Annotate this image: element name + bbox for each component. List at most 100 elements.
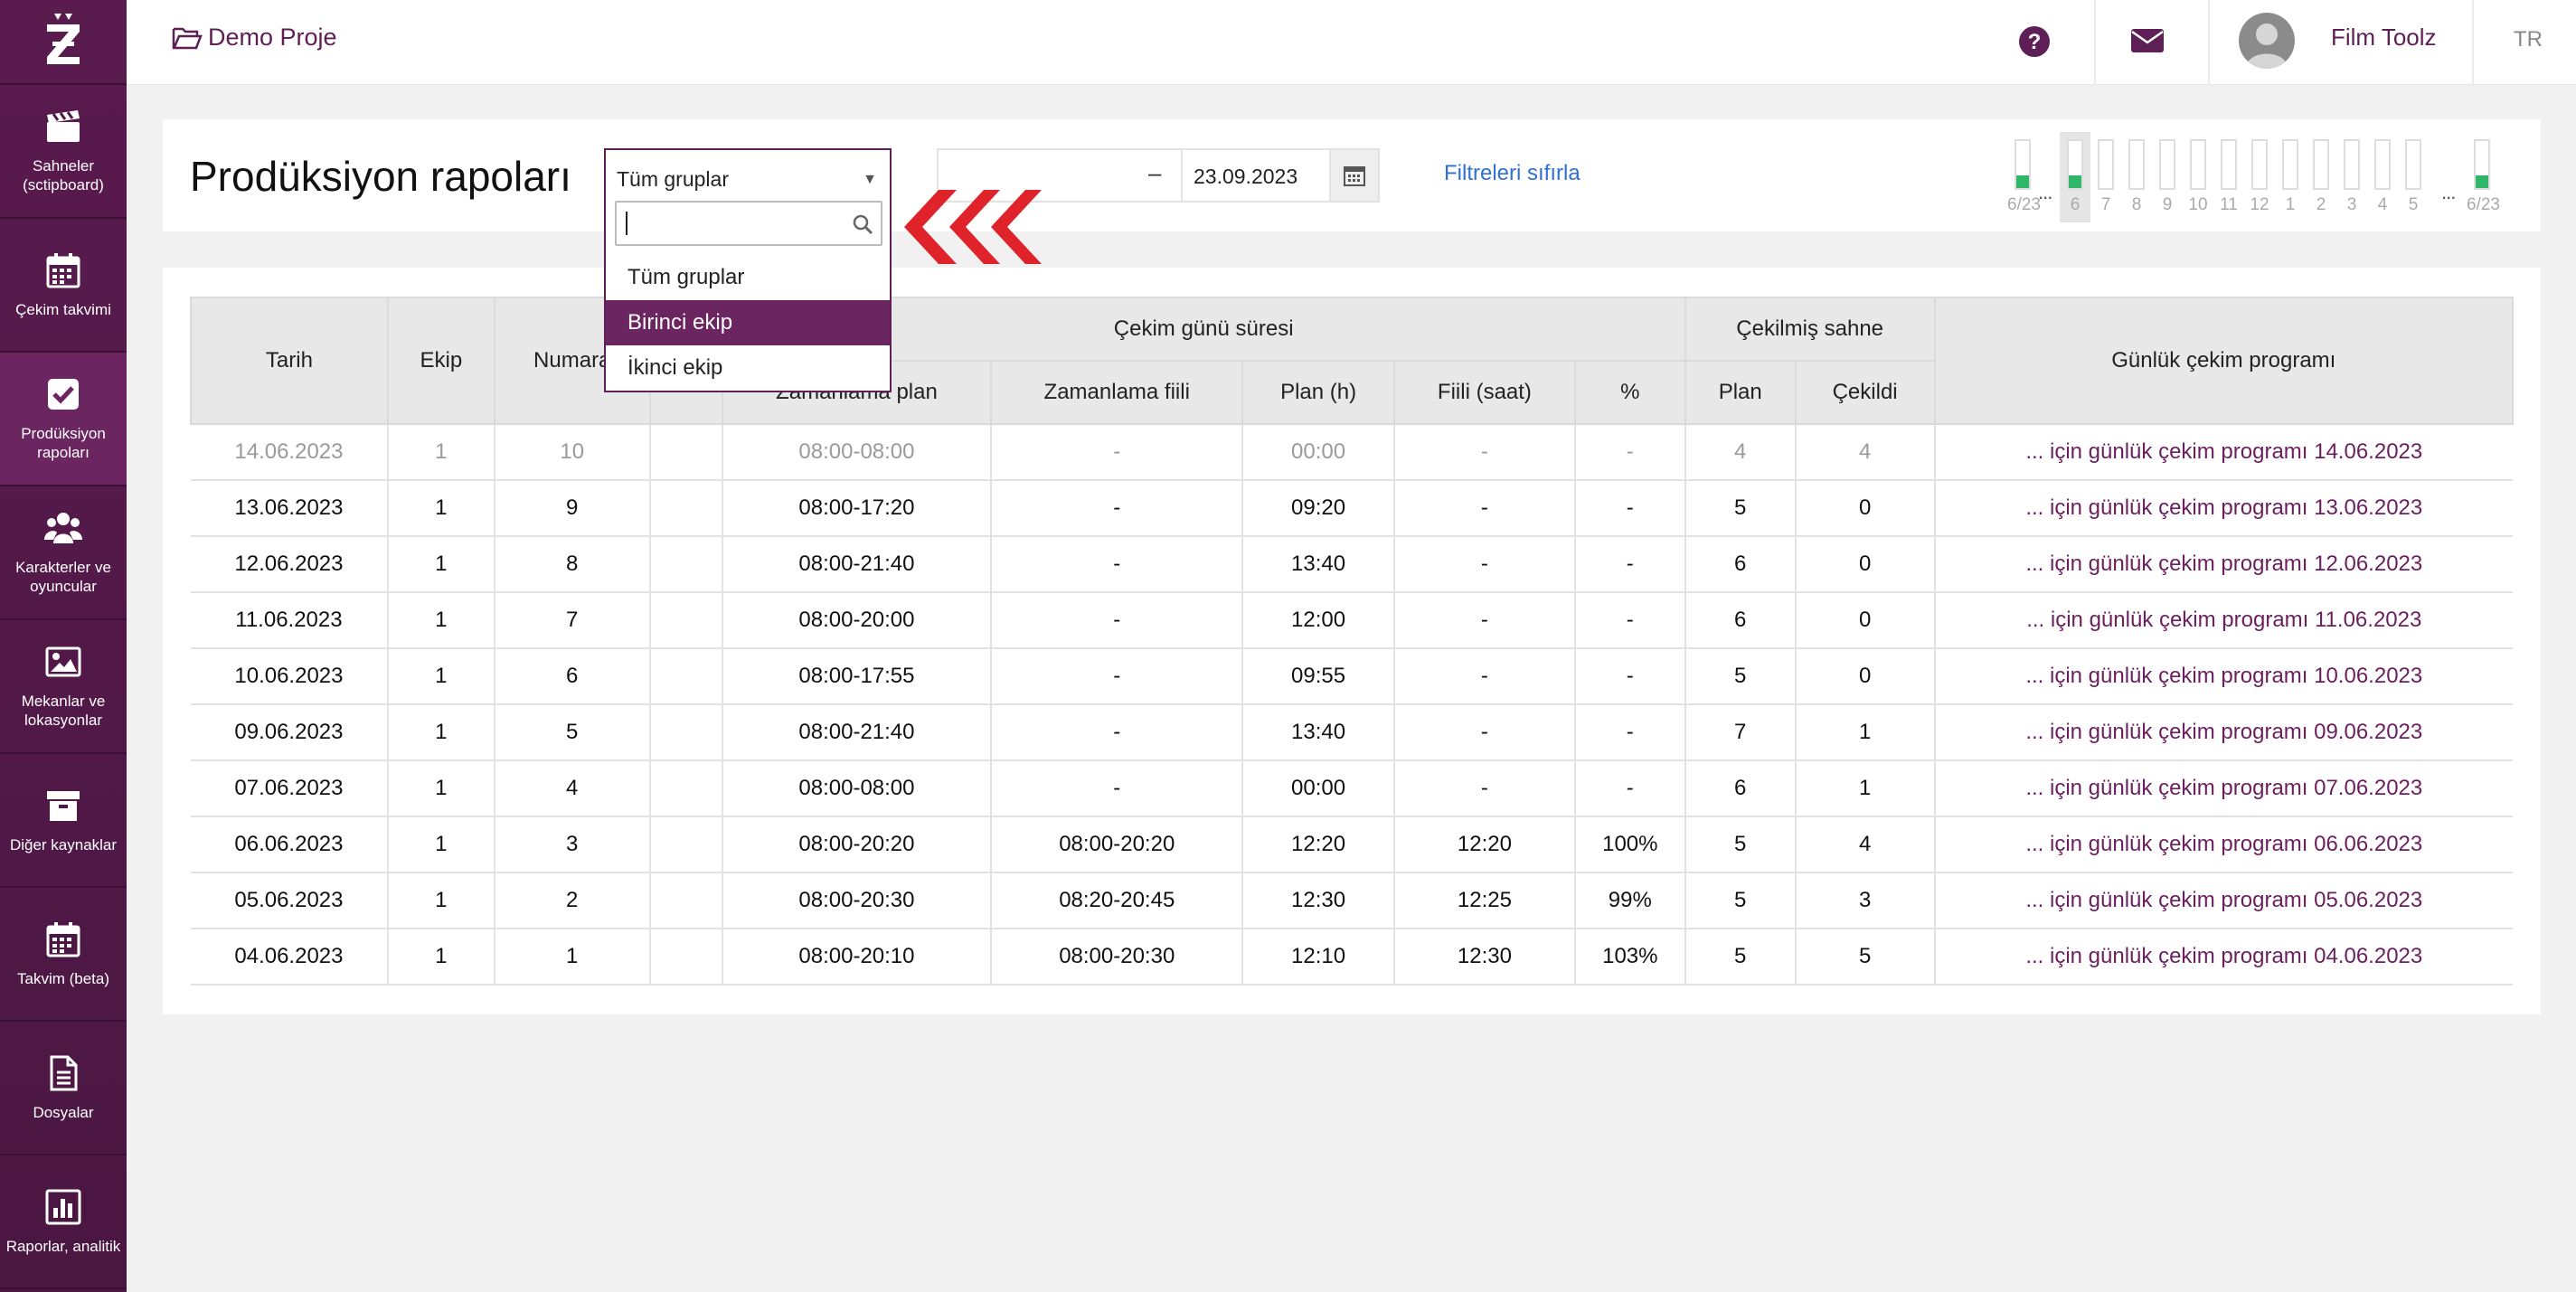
mail-icon[interactable] xyxy=(2130,27,2165,54)
dropdown-option[interactable]: Tüm gruplar xyxy=(606,255,890,300)
table-cell: 08:00-21:40 xyxy=(721,704,992,761)
timeline-day[interactable]: 1 xyxy=(2275,132,2306,222)
table-cell: 12:25 xyxy=(1393,872,1575,929)
col-header-actual-hours[interactable]: Fiili (saat) xyxy=(1393,360,1576,425)
daily-schedule-link[interactable]: ... için günlük çekim programı 11.06.202… xyxy=(1933,592,2513,649)
col-header-percent[interactable]: % xyxy=(1573,360,1686,425)
date-to-field[interactable]: 23.09.2023 xyxy=(1181,148,1380,203)
date-range-separator: – xyxy=(1148,159,1162,186)
table-row[interactable]: 05.06.2023 1 2 08:00-20:30 08:20-20:45 12:30 1… xyxy=(191,872,2513,929)
table-cell: 11.06.2023 xyxy=(191,592,388,649)
top-bar: Demo Proje ? Film Toolz TR xyxy=(127,0,2576,85)
table-cell: - xyxy=(990,704,1243,761)
daily-schedule-link[interactable]: ... için günlük çekim programı 04.06.202… xyxy=(1933,929,2513,986)
timeline-day[interactable]: 4 xyxy=(2367,132,2398,222)
sidebar-item-scenes[interactable]: Sahneler (sctipboard) xyxy=(0,85,127,219)
app-logo[interactable] xyxy=(0,0,127,85)
table-cell: 5 xyxy=(1684,648,1796,705)
sidebar-item-characters[interactable]: Karakterler ve oyuncular xyxy=(0,486,127,620)
timeline-day[interactable]: 3 xyxy=(2336,132,2367,222)
timeline-day[interactable]: 6/23 xyxy=(2467,132,2500,222)
timeline-day[interactable]: 9 xyxy=(2152,132,2183,222)
table-cell: 5 xyxy=(1794,929,1935,986)
table-cell: 5 xyxy=(1684,816,1796,873)
table-row[interactable]: 09.06.2023 1 5 08:00-21:40-13:40- -7 1... içi… xyxy=(191,704,2513,761)
timeline-day[interactable]: 6/23 xyxy=(2007,132,2041,222)
col-header-plan-hours[interactable]: Plan (h) xyxy=(1241,360,1396,425)
table-cell: 12.06.2023 xyxy=(191,536,388,593)
language-switch[interactable]: TR xyxy=(2514,27,2543,52)
daily-schedule-link[interactable]: ... için günlük çekim programı 10.06.202… xyxy=(1933,648,2513,705)
table-cell: - xyxy=(1573,424,1685,481)
timeline-day[interactable]: 7 xyxy=(2090,132,2121,222)
sidebar-item-locations[interactable]: Mekanlar ve lokasyonlar xyxy=(0,620,127,754)
table-row[interactable]: 07.06.2023 1 4 08:00-08:00-00:00- -6 1... içi… xyxy=(191,760,2513,817)
table-cell: 1 xyxy=(1794,704,1935,761)
table-row[interactable]: 11.06.2023 1 7 08:00-20:00-12:00- -6 0... içi… xyxy=(191,592,2513,649)
col-header-date[interactable]: Tarih xyxy=(190,297,389,425)
help-icon[interactable]: ? xyxy=(2018,25,2051,58)
table-row[interactable]: 14.06.2023 1 10 08:00-08:00-00:00- -4 4... iç… xyxy=(191,424,2513,481)
col-header-shot-count[interactable]: Çekildi xyxy=(1794,360,1936,425)
timeline-day[interactable]: 10 xyxy=(2183,132,2213,222)
sidebar-item-other-resources[interactable]: Diğer kaynaklar xyxy=(0,754,127,888)
table-cell: 6 xyxy=(1684,760,1796,817)
daily-schedule-link[interactable]: ... için günlük çekim programı 07.06.202… xyxy=(1933,760,2513,817)
table-cell: - xyxy=(990,424,1243,481)
sidebar-item-reports-analytics[interactable]: Raporlar, analitik xyxy=(0,1155,127,1289)
dropdown-option[interactable]: Birinci ekip xyxy=(606,300,890,345)
table-cell: 99% xyxy=(1573,872,1685,929)
project-selector[interactable]: Demo Proje xyxy=(172,24,337,52)
table-cell xyxy=(648,480,722,537)
table-cell: 09.06.2023 xyxy=(191,704,388,761)
timeline-day[interactable]: 8 xyxy=(2121,132,2152,222)
table-cell xyxy=(648,760,722,817)
daily-schedule-link[interactable]: ... için günlük çekim programı 12.06.202… xyxy=(1933,536,2513,593)
reset-filters-link[interactable]: Filtreleri sıfırla xyxy=(1444,161,1581,186)
sidebar-item-label: Karakterler ve oyuncular xyxy=(15,559,111,595)
daily-schedule-link[interactable]: ... için günlük çekim programı 06.06.202… xyxy=(1933,816,2513,873)
project-name: Demo Proje xyxy=(208,24,337,51)
dropdown-search-input[interactable] xyxy=(615,201,882,246)
col-header-timing-actual[interactable]: Zamanlama fiili xyxy=(990,360,1244,425)
col-header-plan-scenes[interactable]: Plan xyxy=(1684,360,1797,425)
table-cell xyxy=(648,592,722,649)
table-cell: 4 xyxy=(493,760,650,817)
divider xyxy=(2472,0,2474,85)
table-row[interactable]: 10.06.2023 1 6 08:00-17:55-09:55- -5 0... içi… xyxy=(191,648,2513,705)
table-cell: 5 xyxy=(1684,929,1796,986)
svg-text:?: ? xyxy=(2028,30,2042,54)
timeline-day[interactable]: 6 xyxy=(2060,132,2090,222)
table-cell: 100% xyxy=(1573,816,1685,873)
table-cell: 08:00-20:00 xyxy=(721,592,992,649)
sidebar-item-calendar-beta[interactable]: Takvim (beta) xyxy=(0,888,127,1022)
table-row[interactable]: 06.06.2023 1 3 08:00-20:20 08:00-20:20 12:20 1… xyxy=(191,816,2513,873)
timeline-day[interactable]: 2 xyxy=(2306,132,2336,222)
daily-schedule-link[interactable]: ... için günlük çekim programı 09.06.202… xyxy=(1933,704,2513,761)
timeline-day[interactable]: 5 xyxy=(2398,132,2429,222)
user-name[interactable]: Film Toolz xyxy=(2331,24,2437,52)
timeline-day[interactable]: 11 xyxy=(2213,132,2244,222)
table-row[interactable]: 04.06.2023 1 1 08:00-20:10 08:00-20:30 12:10 1… xyxy=(191,929,2513,986)
table-cell: - xyxy=(1393,592,1575,649)
table-row[interactable]: 12.06.2023 1 8 08:00-21:40-13:40- -6 0... içi… xyxy=(191,536,2513,593)
sidebar-item-files[interactable]: Dosyalar xyxy=(0,1022,127,1155)
sidebar-item-shooting-schedule[interactable]: Çekim takvimi xyxy=(0,219,127,353)
daily-schedule-link[interactable]: ... için günlük çekim programı 14.06.202… xyxy=(1933,424,2513,481)
table-cell: 5 xyxy=(1684,872,1796,929)
sidebar-item-production-reports[interactable]: Prodüksiyon rapoları xyxy=(0,353,127,486)
timeline-day[interactable]: 12 xyxy=(2244,132,2275,222)
table-row[interactable]: 13.06.2023 1 9 08:00-17:20-09:20- -5 0... içi… xyxy=(191,480,2513,537)
table-cell: 08:00-21:40 xyxy=(721,536,992,593)
daily-schedule-link[interactable]: ... için günlük çekim programı 05.06.202… xyxy=(1933,872,2513,929)
dropdown-option[interactable]: İkinci ekip xyxy=(606,345,890,391)
table-cell: 4 xyxy=(1794,424,1935,481)
daily-schedule-link[interactable]: ... için günlük çekim programı 13.06.202… xyxy=(1933,480,2513,537)
table-cell: - xyxy=(1393,648,1575,705)
table-cell: 04.06.2023 xyxy=(191,929,388,986)
avatar[interactable] xyxy=(2239,13,2295,69)
col-header-team[interactable]: Ekip xyxy=(386,297,495,425)
date-to-calendar-button[interactable] xyxy=(1329,150,1378,201)
image-icon xyxy=(45,646,81,677)
chevron-down-icon: ▼ xyxy=(863,172,877,187)
